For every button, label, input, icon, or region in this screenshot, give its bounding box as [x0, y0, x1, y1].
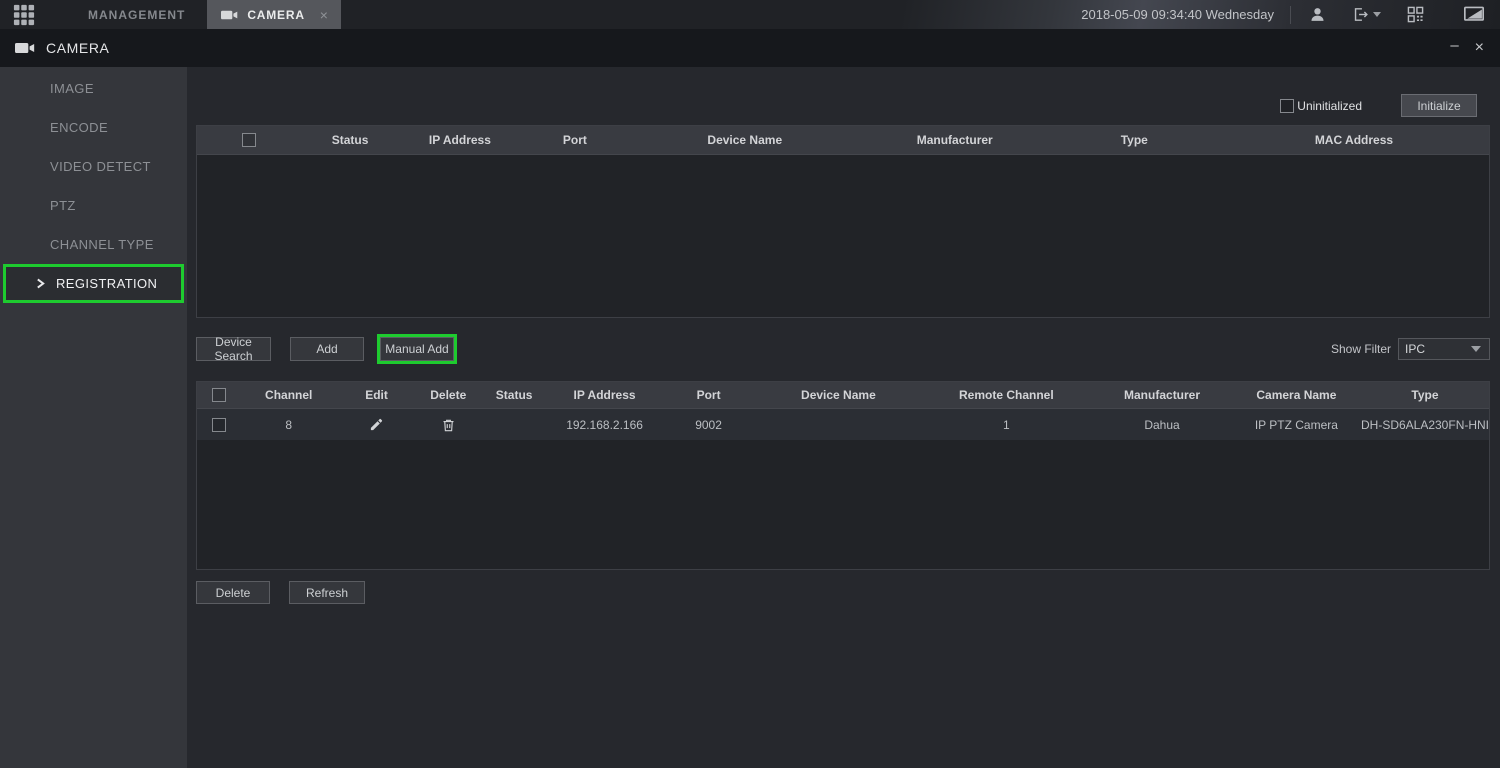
initialize-button[interactable]: Initialize — [1401, 94, 1477, 117]
sidebar-item-image[interactable]: IMAGE — [0, 69, 187, 108]
uninitialized-label: Uninitialized — [1297, 99, 1362, 113]
minimize-button[interactable]: – — [1450, 38, 1458, 53]
cell-channel: 8 — [241, 418, 337, 432]
sidebar: IMAGE ENCODE VIDEO DETECT PTZ CHANNEL TY… — [0, 67, 187, 768]
device-search-table: Status IP Address Port Device Name Manuf… — [196, 125, 1490, 318]
uninitialized-checkbox[interactable] — [1280, 99, 1294, 113]
column-header-channel: Channel — [241, 388, 337, 402]
camera-icon — [221, 9, 238, 21]
sidebar-item-ptz[interactable]: PTZ — [0, 186, 187, 225]
column-header-device-name: Device Name — [630, 133, 860, 147]
column-header-port: Port — [520, 133, 630, 147]
column-header-mac-address: MAC Address — [1219, 133, 1489, 147]
column-header-status: Status — [480, 388, 548, 402]
sidebar-item-registration[interactable]: REGISTRATION — [3, 264, 184, 303]
show-filter-dropdown[interactable]: IPC — [1398, 338, 1490, 360]
close-button[interactable]: × — [1475, 40, 1484, 56]
window-title-bar: CAMERA – × — [0, 29, 1500, 67]
refresh-button[interactable]: Refresh — [289, 581, 365, 604]
cell-ip-address: 192.168.2.166 — [548, 418, 660, 432]
cell-manufacturer: Dahua — [1092, 418, 1232, 432]
registration-panel: Uninitialized Initialize Status IP Addre… — [187, 67, 1500, 768]
cell-port: 9002 — [661, 418, 757, 432]
sidebar-item-label: ENCODE — [50, 120, 108, 135]
manual-add-highlight: Manual Add — [377, 334, 457, 364]
delete-row-button[interactable] — [417, 417, 480, 433]
tab-close-icon[interactable]: × — [320, 8, 329, 22]
qr-code-icon[interactable] — [1407, 6, 1424, 23]
column-header-remote-channel: Remote Channel — [920, 388, 1092, 402]
cell-type: DH-SD6ALA230FN-HNI — [1361, 418, 1489, 432]
device-search-button[interactable]: Device Search — [196, 337, 271, 361]
cell-camera-name: IP PTZ Camera — [1232, 418, 1361, 432]
column-header-type: Type — [1050, 133, 1219, 147]
column-header-manufacturer: Manufacturer — [1092, 388, 1232, 402]
edit-button[interactable] — [337, 417, 417, 432]
added-devices-table-header: Channel Edit Delete Status IP Address Po… — [197, 382, 1489, 409]
sidebar-item-label: PTZ — [50, 198, 76, 213]
user-account-icon[interactable] — [1309, 6, 1326, 23]
tab-management-label: MANAGEMENT — [88, 8, 185, 22]
camera-management-app: MANAGEMENT CAMERA × 2018-05-09 09:34:40 … — [0, 0, 1500, 768]
sidebar-item-encode[interactable]: ENCODE — [0, 108, 187, 147]
column-header-type: Type — [1361, 388, 1489, 402]
column-header-device-name: Device Name — [756, 388, 920, 402]
tab-management[interactable]: MANAGEMENT — [68, 0, 205, 29]
show-filter-value: IPC — [1399, 342, 1471, 356]
column-header-ip-address: IP Address — [548, 388, 660, 402]
pencil-icon — [369, 417, 384, 432]
show-filter: Show Filter IPC — [1331, 338, 1490, 360]
delete-button[interactable]: Delete — [196, 581, 270, 604]
initialize-controls: Uninitialized Initialize — [1280, 94, 1477, 117]
show-filter-label: Show Filter — [1331, 342, 1391, 356]
column-header-camera-name: Camera Name — [1232, 388, 1361, 402]
select-all-checkbox[interactable] — [242, 133, 256, 147]
chevron-right-icon — [36, 278, 45, 289]
sidebar-item-video-detect[interactable]: VIDEO DETECT — [0, 147, 187, 186]
tab-camera[interactable]: CAMERA × — [207, 0, 340, 29]
added-devices-table: Channel Edit Delete Status IP Address Po… — [196, 381, 1490, 570]
column-header-manufacturer: Manufacturer — [860, 133, 1050, 147]
main-menu-grid-icon[interactable] — [13, 4, 35, 26]
sidebar-item-label: IMAGE — [50, 81, 94, 96]
window-title: CAMERA — [46, 40, 110, 56]
display-output-icon[interactable] — [1464, 6, 1484, 23]
column-header-port: Port — [661, 388, 757, 402]
select-all-checkbox[interactable] — [212, 388, 226, 402]
table-row: 8 192.168.2.166 — [197, 409, 1489, 440]
tab-camera-label: CAMERA — [247, 8, 304, 22]
topbar-right-cluster: 2018-05-09 09:34:40 Wednesday — [1081, 6, 1500, 24]
add-button[interactable]: Add — [290, 337, 364, 361]
row-checkbox[interactable] — [212, 418, 226, 432]
sidebar-item-label: CHANNEL TYPE — [50, 237, 154, 252]
window-camera-icon — [15, 41, 35, 55]
column-header-edit: Edit — [337, 388, 417, 402]
sidebar-item-label: VIDEO DETECT — [50, 159, 151, 174]
column-header-delete: Delete — [417, 388, 480, 402]
column-header-ip-address: IP Address — [400, 133, 520, 147]
manual-add-button[interactable]: Manual Add — [380, 337, 454, 361]
device-search-table-header: Status IP Address Port Device Name Manuf… — [197, 126, 1489, 155]
logout-caret-icon — [1373, 12, 1381, 17]
topbar-divider — [1290, 6, 1291, 24]
system-top-bar: MANAGEMENT CAMERA × 2018-05-09 09:34:40 … — [0, 0, 1500, 29]
sidebar-item-label: REGISTRATION — [56, 276, 157, 291]
chevron-down-icon — [1471, 346, 1481, 352]
logout-icon[interactable] — [1352, 6, 1381, 23]
column-header-status: Status — [300, 133, 399, 147]
sidebar-item-channel-type[interactable]: CHANNEL TYPE — [0, 225, 187, 264]
cell-remote-channel: 1 — [920, 418, 1092, 432]
trash-icon — [441, 417, 456, 433]
datetime-display: 2018-05-09 09:34:40 Wednesday — [1081, 7, 1274, 22]
